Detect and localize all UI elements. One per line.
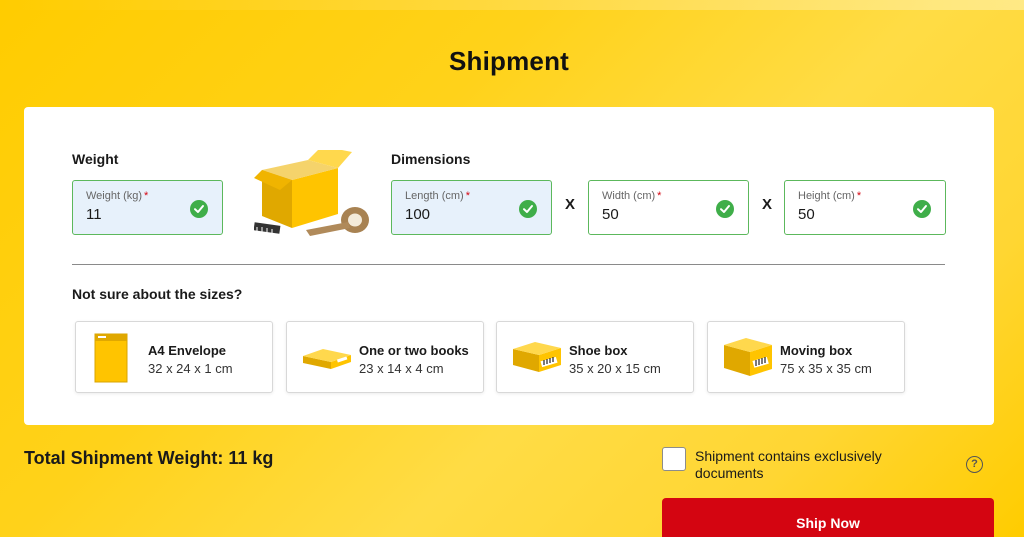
help-icon[interactable]: ? xyxy=(966,456,983,473)
height-field[interactable]: Height (cm) * 50 xyxy=(784,180,946,235)
length-field[interactable]: Length (cm) * 100 xyxy=(391,180,552,235)
envelope-icon xyxy=(94,333,128,383)
height-field-value[interactable]: 50 xyxy=(798,206,815,223)
divider xyxy=(72,264,945,265)
valid-check-icon xyxy=(190,200,208,218)
preset-title: Shoe box xyxy=(569,343,628,358)
moving-box-icon xyxy=(724,338,772,376)
preset-a4-envelope[interactable]: A4 Envelope 32 x 24 x 1 cm xyxy=(75,321,273,393)
valid-check-icon xyxy=(716,200,734,218)
width-field-label: Width (cm) * xyxy=(602,190,662,202)
preset-moving-box[interactable]: Moving box 75 x 35 x 35 cm xyxy=(707,321,905,393)
times-separator: X xyxy=(565,196,576,213)
weight-field[interactable]: Weight (kg) * 11 xyxy=(72,180,223,235)
preset-size: 23 x 14 x 4 cm xyxy=(359,361,444,376)
preset-size: 75 x 35 x 35 cm xyxy=(780,361,872,376)
total-shipment-weight: Total Shipment Weight: 11 kg xyxy=(24,448,274,468)
top-strip xyxy=(0,0,1024,10)
documents-only-checkbox[interactable] xyxy=(662,447,686,471)
preset-title: A4 Envelope xyxy=(148,343,227,358)
width-field[interactable]: Width (cm) * 50 xyxy=(588,180,749,235)
dimensions-section-label: Dimensions xyxy=(391,151,471,167)
shipment-card: Weight Weight (kg) * 11 Dimensions Length… xyxy=(24,107,994,425)
preset-size: 32 x 24 x 1 cm xyxy=(148,361,233,376)
weight-field-label: Weight (kg) * xyxy=(86,190,149,202)
weight-section-label: Weight xyxy=(72,151,119,167)
preset-title: One or two books xyxy=(359,343,469,358)
books-box-icon xyxy=(303,349,351,369)
ship-now-button[interactable]: Ship Now xyxy=(662,498,994,537)
documents-only-label[interactable]: Shipment contains exclusively documents xyxy=(695,448,925,482)
width-field-value[interactable]: 50 xyxy=(602,206,619,223)
length-field-label: Length (cm) * xyxy=(405,190,470,202)
page-title: Shipment xyxy=(448,46,570,76)
valid-check-icon xyxy=(913,200,931,218)
length-field-value[interactable]: 100 xyxy=(405,206,430,223)
weight-field-value[interactable]: 11 xyxy=(86,206,102,223)
height-field-label: Height (cm) * xyxy=(798,190,862,202)
parcel-illustration xyxy=(254,150,369,236)
preset-title: Moving box xyxy=(780,343,853,358)
preset-one-or-two-books[interactable]: One or two books 23 x 14 x 4 cm xyxy=(286,321,484,393)
sizes-prompt: Not sure about the sizes? xyxy=(72,286,243,302)
times-separator: X xyxy=(762,196,773,213)
preset-size: 35 x 20 x 15 cm xyxy=(569,361,661,376)
valid-check-icon xyxy=(519,200,537,218)
preset-shoe-box[interactable]: Shoe box 35 x 20 x 15 cm xyxy=(496,321,694,393)
shoe-box-icon xyxy=(513,342,561,372)
